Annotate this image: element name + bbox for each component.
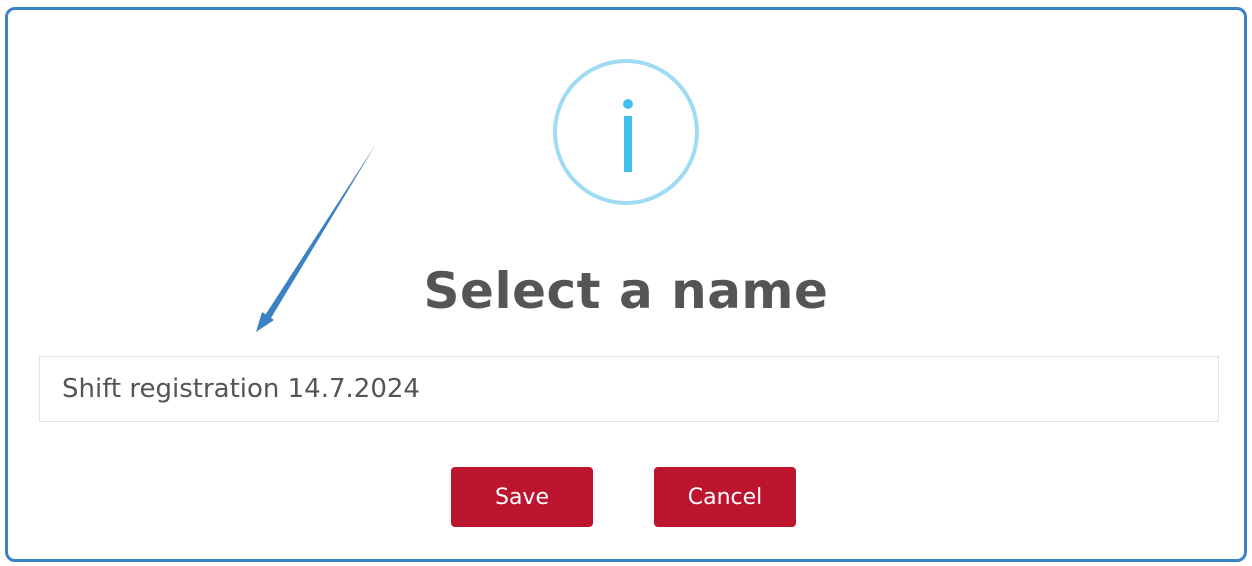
- name-dialog: Select a name Save Cancel: [5, 7, 1247, 562]
- name-input[interactable]: [39, 356, 1219, 422]
- dialog-title: Select a name: [423, 262, 829, 320]
- cancel-button[interactable]: Cancel: [654, 467, 796, 527]
- save-button[interactable]: Save: [451, 467, 593, 527]
- info-icon: [553, 59, 699, 205]
- info-icon-dot: [623, 99, 633, 109]
- info-icon-bar: [624, 116, 632, 172]
